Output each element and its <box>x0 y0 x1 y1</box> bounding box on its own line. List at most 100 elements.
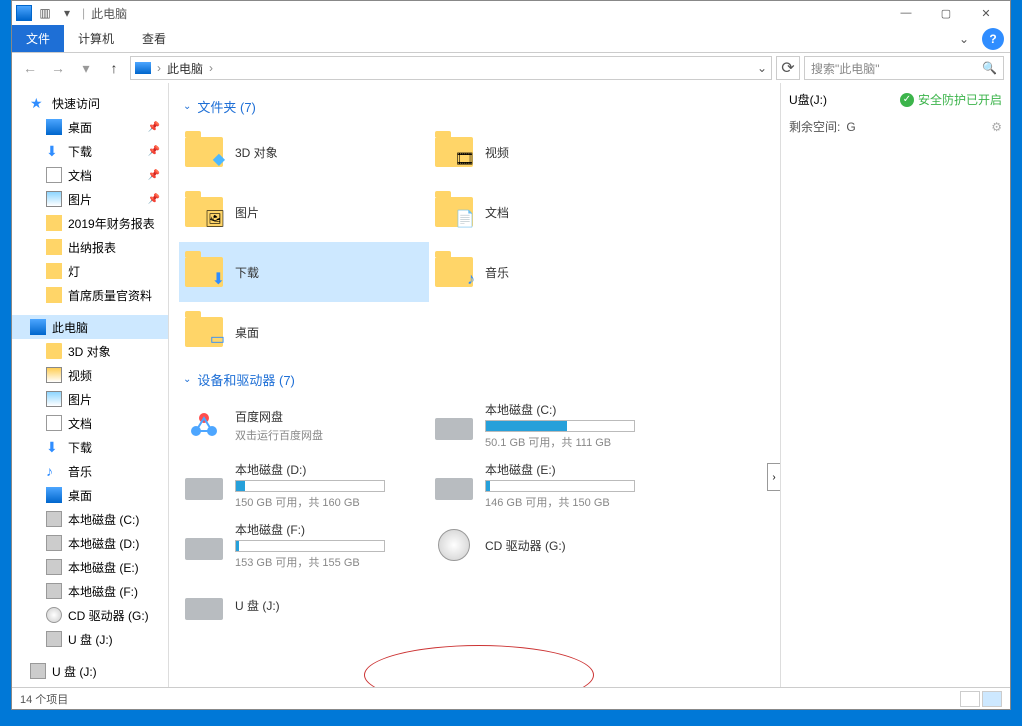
space-bar <box>485 420 635 432</box>
security-status[interactable]: ✓安全防护已开启 <box>900 91 1002 108</box>
drive-icon <box>46 511 62 527</box>
tree-cd-g[interactable]: CD 驱动器 (G:) <box>12 603 168 627</box>
preview-pane: U盘(J:) ✓安全防护已开启 剩余空间: G ⚙ <box>780 83 1010 687</box>
video-icon <box>46 367 62 383</box>
tree-folder-light[interactable]: 灯 <box>12 259 168 283</box>
search-input[interactable]: 搜索"此电脑" 🔍 <box>804 56 1004 80</box>
folder-desktop[interactable]: ▭桌面 <box>179 302 429 362</box>
gear-icon[interactable]: ⚙ <box>991 120 1002 134</box>
address-dropdown-icon[interactable]: ⌄ <box>757 61 767 75</box>
space-label: 剩余空间: <box>789 118 840 135</box>
pc-icon <box>135 62 151 74</box>
ribbon: 文件 计算机 查看 ⌄ ? <box>12 25 1010 53</box>
maximize-button[interactable]: ▢ <box>926 1 966 25</box>
tree-downloads-2[interactable]: ⬇下载 <box>12 435 168 459</box>
tree-video[interactable]: 视频 <box>12 363 168 387</box>
breadcrumb-this-pc[interactable]: 此电脑 <box>167 60 203 77</box>
tree-quick-access[interactable]: ★快速访问 <box>12 91 168 115</box>
folder-icon <box>46 343 62 359</box>
explorer-window: ▥ ▾ | 此电脑 — ▢ ✕ 文件 计算机 查看 ⌄ ? ← → ▾ ↑ › … <box>11 0 1011 710</box>
usb-icon <box>30 663 46 679</box>
shield-icon: ✓ <box>900 93 914 107</box>
drive-icon <box>46 535 62 551</box>
folder-icon: ⬇ <box>185 257 223 287</box>
tab-file[interactable]: 文件 <box>12 25 64 52</box>
preview-pane-toggle[interactable]: › <box>767 463 780 491</box>
qat-dropdown-icon[interactable]: ▾ <box>58 4 76 22</box>
tree-this-pc[interactable]: 此电脑 <box>12 315 168 339</box>
tree-usb-j-root[interactable]: U 盘 (J:) <box>12 659 168 683</box>
document-icon <box>46 415 62 431</box>
drive-cd-g[interactable]: CD 驱动器 (G:) <box>429 515 679 575</box>
search-placeholder: 搜索"此电脑" <box>811 60 880 77</box>
folder-pictures[interactable]: 🖼图片 <box>179 182 429 242</box>
ribbon-expand-icon[interactable]: ⌄ <box>952 25 976 52</box>
drive-usb-j[interactable]: U 盘 (J:) <box>179 575 429 635</box>
help-icon[interactable]: ? <box>982 28 1004 50</box>
folder-icon <box>46 215 62 231</box>
drive-d[interactable]: 本地磁盘 (D:)150 GB 可用，共 160 GB <box>179 455 429 515</box>
tree-documents-2[interactable]: 文档 <box>12 411 168 435</box>
folder-music[interactable]: ♪音乐 <box>429 242 679 302</box>
folder-3d-objects[interactable]: ◆3D 对象 <box>179 122 429 182</box>
tree-pictures[interactable]: 图片📌 <box>12 187 168 211</box>
tree-pictures-2[interactable]: 图片 <box>12 387 168 411</box>
usb-icon <box>185 598 223 620</box>
close-button[interactable]: ✕ <box>966 1 1006 25</box>
music-icon: ♪ <box>46 463 62 479</box>
tree-documents[interactable]: 文档📌 <box>12 163 168 187</box>
drive-f[interactable]: 本地磁盘 (F:)153 GB 可用，共 155 GB <box>179 515 429 575</box>
tree-3d-objects[interactable]: 3D 对象 <box>12 339 168 363</box>
drive-icon <box>435 478 473 500</box>
drive-c[interactable]: 本地磁盘 (C:)50.1 GB 可用，共 111 GB <box>429 395 679 455</box>
drive-icon <box>185 478 223 500</box>
tree-desktop-2[interactable]: 桌面 <box>12 483 168 507</box>
drive-icon <box>185 538 223 560</box>
up-button[interactable]: ↑ <box>102 56 126 80</box>
tree-desktop[interactable]: 桌面📌 <box>12 115 168 139</box>
tree-folder-quality[interactable]: 首席质量官资料 <box>12 283 168 307</box>
recent-dropdown-icon[interactable]: ▾ <box>74 56 98 80</box>
document-icon <box>46 167 62 183</box>
back-button[interactable]: ← <box>18 56 42 80</box>
tree-music[interactable]: ♪音乐 <box>12 459 168 483</box>
tree-folder-cashier[interactable]: 出纳报表 <box>12 235 168 259</box>
titlebar: ▥ ▾ | 此电脑 — ▢ ✕ <box>12 1 1010 25</box>
cd-icon <box>438 529 470 561</box>
drive-baidu[interactable]: 百度网盘双击运行百度网盘 <box>179 395 429 455</box>
app-icon <box>16 5 32 21</box>
tree-drive-c[interactable]: 本地磁盘 (C:) <box>12 507 168 531</box>
section-devices[interactable]: ⌄ 设备和驱动器 (7) <box>183 370 770 389</box>
navigation-row: ← → ▾ ↑ › 此电脑 › ⌄ ⟳ 搜索"此电脑" 🔍 <box>12 53 1010 83</box>
cd-icon <box>46 607 62 623</box>
view-tiles-button[interactable] <box>982 691 1002 707</box>
qat-properties-icon[interactable]: ▥ <box>36 4 54 22</box>
tree-downloads[interactable]: ⬇下载📌 <box>12 139 168 163</box>
forward-button[interactable]: → <box>46 56 70 80</box>
tree-drive-e[interactable]: 本地磁盘 (E:) <box>12 555 168 579</box>
tree-drive-f[interactable]: 本地磁盘 (F:) <box>12 579 168 603</box>
search-icon[interactable]: 🔍 <box>982 61 997 75</box>
drive-e[interactable]: 本地磁盘 (E:)146 GB 可用，共 150 GB <box>429 455 679 515</box>
folder-video[interactable]: 🎞视频 <box>429 122 679 182</box>
pin-icon: 📌 <box>148 146 160 157</box>
breadcrumb-separator-icon: › <box>157 61 161 75</box>
address-bar[interactable]: › 此电脑 › ⌄ <box>130 56 772 80</box>
folder-documents[interactable]: 📄文档 <box>429 182 679 242</box>
folder-downloads[interactable]: ⬇下载 <box>179 242 429 302</box>
minimize-button[interactable]: — <box>886 1 926 25</box>
section-folders[interactable]: ⌄ 文件夹 (7) <box>183 97 770 116</box>
space-value: G <box>846 120 855 134</box>
breadcrumb-separator-icon[interactable]: › <box>209 61 213 75</box>
content-pane[interactable]: ⌄ 文件夹 (7) ◆3D 对象 🎞视频 🖼图片 📄文档 ⬇下载 ♪音乐 ▭桌面… <box>169 83 780 687</box>
tab-computer[interactable]: 计算机 <box>64 25 128 52</box>
nav-tree[interactable]: ★快速访问 桌面📌 ⬇下载📌 文档📌 图片📌 2019年财务报表 出纳报表 灯 … <box>12 83 169 687</box>
tree-folder-finance[interactable]: 2019年财务报表 <box>12 211 168 235</box>
view-details-button[interactable] <box>960 691 980 707</box>
tab-view[interactable]: 查看 <box>128 25 180 52</box>
tree-usb-j[interactable]: U 盘 (J:) <box>12 627 168 651</box>
status-bar: 14 个项目 <box>12 687 1010 709</box>
tree-drive-d[interactable]: 本地磁盘 (D:) <box>12 531 168 555</box>
refresh-button[interactable]: ⟳ <box>776 56 800 80</box>
folder-icon: 🎞 <box>435 137 473 167</box>
